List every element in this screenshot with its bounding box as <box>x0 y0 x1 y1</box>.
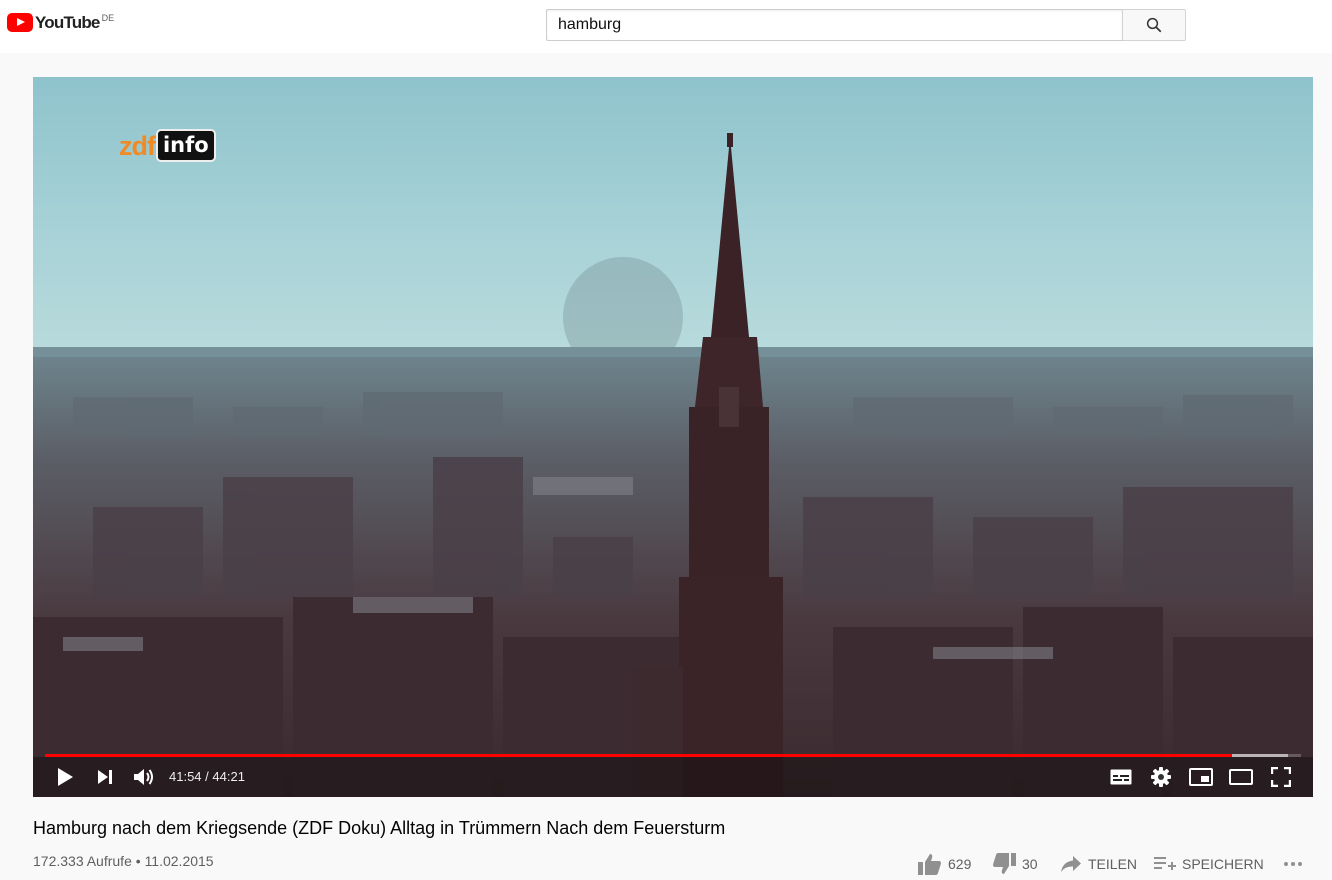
duration: 44:21 <box>212 769 245 784</box>
fullscreen-icon <box>1271 767 1291 787</box>
video-player[interactable]: zdf info 41:54 / 44:21 <box>33 77 1313 797</box>
add-to-playlist-icon <box>1154 857 1176 870</box>
save-button[interactable]: SPEICHERN <box>1154 848 1264 880</box>
more-actions-button[interactable] <box>1283 848 1303 880</box>
time-display: 41:54 / 44:21 <box>169 769 245 784</box>
search-button[interactable] <box>1122 9 1186 41</box>
time-separator: / <box>201 769 213 784</box>
play-icon <box>58 768 73 786</box>
next-button[interactable] <box>85 757 125 797</box>
masthead: YouTube DE <box>0 0 1332 53</box>
video-frame <box>33 77 1313 797</box>
theater-mode-icon <box>1229 769 1253 785</box>
fullscreen-button[interactable] <box>1261 757 1301 797</box>
settings-button[interactable] <box>1141 757 1181 797</box>
settings-icon <box>1151 767 1171 787</box>
miniplayer-button[interactable] <box>1181 757 1221 797</box>
dislike-button[interactable]: 30 <box>992 848 1038 880</box>
watermark-zdf: zdf <box>119 130 156 161</box>
like-count: 629 <box>948 856 972 872</box>
meta-separator: • <box>131 853 145 869</box>
more-icon <box>1284 862 1302 866</box>
play-button[interactable] <box>45 757 85 797</box>
theater-mode-button[interactable] <box>1221 757 1261 797</box>
view-count: 172.333 Aufrufe <box>33 853 132 869</box>
dislike-count: 30 <box>1022 856 1038 872</box>
player-controls: 41:54 / 44:21 <box>33 757 1313 797</box>
volume-icon <box>134 769 153 785</box>
like-button[interactable]: 629 <box>918 848 971 880</box>
share-button[interactable]: TEILEN <box>1060 848 1137 880</box>
subtitles-button[interactable] <box>1101 757 1141 797</box>
youtube-logo-icon <box>7 13 33 32</box>
thumbs-up-icon <box>918 854 941 875</box>
youtube-logo[interactable]: YouTube DE <box>7 13 114 32</box>
watermark-info: info <box>155 129 216 162</box>
country-code: DE <box>101 13 115 23</box>
video-title: Hamburg nach dem Kriegsende (ZDF Doku) A… <box>33 818 726 838</box>
share-label: TEILEN <box>1088 856 1138 872</box>
search-input[interactable] <box>547 10 1122 40</box>
channel-watermark: zdf info <box>119 129 216 162</box>
share-icon <box>1061 856 1081 872</box>
current-time: 41:54 <box>169 769 202 784</box>
thumbs-down-icon <box>993 853 1016 874</box>
search-icon <box>1146 17 1162 33</box>
save-label: SPEICHERN <box>1182 856 1264 872</box>
miniplayer-icon <box>1189 768 1213 786</box>
logo-text: YouTube <box>35 13 100 32</box>
next-icon <box>98 770 112 784</box>
volume-button[interactable] <box>124 757 164 797</box>
search-box <box>546 9 1122 41</box>
video-meta: 172.333 Aufrufe • 11.02.2015 <box>33 853 214 869</box>
upload-date: 11.02.2015 <box>144 853 214 869</box>
subtitles-icon <box>1110 769 1132 785</box>
